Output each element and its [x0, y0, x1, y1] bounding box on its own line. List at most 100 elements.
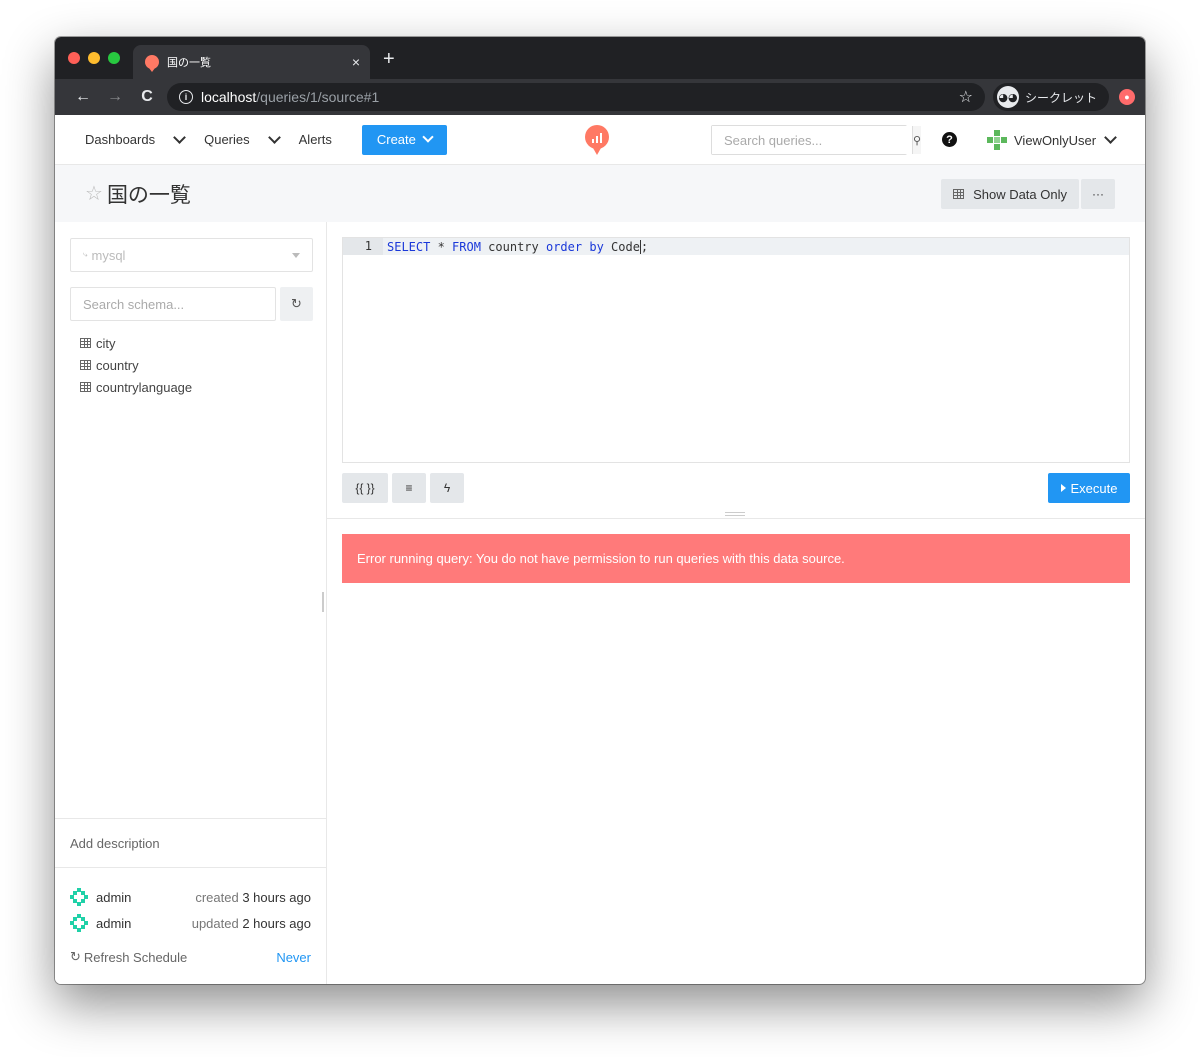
meta-user: admin: [96, 915, 132, 931]
meta-time: created 3 hours ago: [195, 890, 311, 905]
search-queries-input[interactable]: [712, 126, 912, 154]
table-icon: [953, 189, 965, 199]
chevron-down-icon: [1104, 131, 1117, 144]
page-title: 国の一覧: [106, 182, 191, 207]
chevron-down-icon: [422, 131, 434, 143]
execute-label: Execute: [1070, 480, 1118, 496]
add-parameter-button[interactable]: {{ }}: [342, 473, 388, 503]
schema-sidebar: ⤷ mysql ↻ city country countryla: [55, 222, 327, 984]
minimize-window-button[interactable]: [88, 52, 100, 64]
token-column: Code: [603, 239, 640, 254]
nav-alerts-label: Alerts: [298, 132, 332, 147]
meta-time: updated 2 hours ago: [192, 916, 311, 931]
redash-logo-icon[interactable]: [585, 125, 609, 155]
main-nav: Dashboards Queries Alerts Create: [85, 124, 447, 155]
created-row: admin created 3 hours ago: [70, 884, 311, 910]
redash-favicon-icon: [145, 55, 159, 72]
editor-results-divider: [327, 518, 1145, 519]
incognito-icon: ◕◕: [996, 86, 1019, 108]
table-name: city: [96, 335, 116, 351]
table-icon: [80, 338, 91, 348]
user-avatar: [987, 130, 1007, 150]
table-name: country: [96, 357, 139, 373]
chevron-down-icon: [173, 130, 186, 144]
tab-title: 国の一覧: [167, 56, 211, 69]
query-editor-area: 1 SELECT * FROM country order by Code; {…: [327, 222, 1145, 984]
search-icon[interactable]: ⚲: [912, 126, 922, 154]
token-star: *: [430, 239, 453, 254]
maximize-window-button[interactable]: [108, 52, 120, 64]
close-window-button[interactable]: [68, 52, 80, 64]
reload-icon[interactable]: C: [131, 88, 163, 106]
editor-toolbar: {{ }} ≡ ϟ: [342, 473, 464, 503]
incognito-badge[interactable]: ◕◕ シークレット: [992, 83, 1109, 111]
mysql-icon: ⤷: [83, 250, 88, 259]
token-end: ;: [640, 239, 649, 254]
code-line: 1 SELECT * FROM country order by Code;: [343, 238, 1129, 255]
favorite-star-icon[interactable]: ☆: [85, 181, 103, 206]
bookmark-star-icon[interactable]: ☆: [959, 87, 973, 107]
address-bar[interactable]: i localhost /queries/1/source#1 ☆: [167, 83, 985, 111]
admin-avatar: [70, 914, 88, 932]
window-controls: [68, 52, 120, 64]
show-data-only-label: Show Data Only: [973, 186, 1067, 202]
refresh-icon: ↻: [291, 296, 302, 311]
tab-close-icon[interactable]: ×: [352, 54, 360, 70]
nav-alerts[interactable]: Alerts: [299, 132, 332, 147]
table-icon: [80, 382, 91, 392]
format-query-button[interactable]: ≡: [392, 473, 426, 503]
forward-arrow-icon[interactable]: →: [99, 88, 131, 106]
meta-action: updated: [191, 915, 243, 931]
url-path: /queries/1/source#1: [256, 89, 380, 105]
schema-table-item[interactable]: city: [80, 332, 192, 354]
browser-window: 国の一覧 × + ← → C i localhost /queries/1/so…: [55, 37, 1145, 984]
autocomplete-toggle-button[interactable]: ϟ: [430, 473, 464, 503]
add-description[interactable]: Add description: [55, 818, 326, 868]
refresh-schedule-value[interactable]: Never: [276, 950, 311, 965]
token-table: country: [480, 239, 546, 254]
data-source-value: mysql: [91, 247, 126, 263]
back-arrow-icon[interactable]: ←: [67, 88, 99, 106]
user-name: ViewOnlyUser: [1014, 132, 1097, 148]
sidebar-resize-handle[interactable]: [322, 592, 324, 612]
user-menu[interactable]: ViewOnlyUser: [987, 130, 1117, 150]
refresh-schedule-label: Refresh Schedule: [83, 949, 188, 965]
updated-row: admin updated 2 hours ago: [70, 910, 311, 936]
create-button[interactable]: Create: [361, 124, 447, 155]
nav-dashboards-label: Dashboards: [85, 132, 156, 147]
meta-timestamp: 3 hours ago: [242, 889, 311, 905]
error-message: Error running query: You do not have per…: [357, 551, 845, 566]
table-icon: [80, 360, 91, 370]
nav-queries[interactable]: Queries: [204, 130, 281, 147]
browser-toolbar: ← → C i localhost /queries/1/source#1 ☆ …: [55, 79, 1145, 115]
help-icon[interactable]: ?: [942, 132, 957, 147]
query-error-alert: Error running query: You do not have per…: [342, 534, 1130, 583]
schema-table-item[interactable]: countrylanguage: [80, 376, 192, 398]
schema-table-item[interactable]: country: [80, 354, 192, 376]
url-host: localhost: [201, 89, 257, 105]
browser-tabstrip: 国の一覧 × +: [55, 37, 1145, 79]
meta-user: admin: [96, 889, 132, 905]
show-data-only-button[interactable]: Show Data Only: [941, 179, 1079, 209]
new-tab-button[interactable]: +: [383, 49, 395, 69]
code-text: SELECT * FROM country order by Code;: [383, 239, 649, 254]
keyword-from: FROM: [452, 239, 481, 254]
nav-dashboards[interactable]: Dashboards: [85, 130, 186, 147]
search-queries: ⚲: [711, 125, 922, 155]
more-options-button[interactable]: ···: [1081, 179, 1115, 209]
data-source-select[interactable]: ⤷ mysql: [70, 238, 313, 272]
schema-table-list: city country countrylanguage: [80, 332, 192, 398]
nav-queries-label: Queries: [204, 132, 250, 147]
browser-tab[interactable]: 国の一覧 ×: [133, 45, 370, 79]
sql-editor[interactable]: 1 SELECT * FROM country order by Code;: [342, 237, 1130, 463]
execute-button[interactable]: Execute: [1048, 473, 1130, 503]
caret-down-icon: [292, 252, 300, 258]
split-resize-handle[interactable]: [725, 512, 745, 516]
site-info-icon[interactable]: i: [179, 90, 193, 104]
chevron-down-icon: [267, 130, 281, 144]
schema-search-input[interactable]: [70, 287, 276, 321]
extension-icon[interactable]: ●: [1119, 89, 1135, 105]
refresh-schema-button[interactable]: ↻: [280, 287, 313, 321]
create-button-label: Create: [376, 132, 416, 147]
query-content: ⤷ mysql ↻ city country countryla: [55, 222, 1145, 984]
